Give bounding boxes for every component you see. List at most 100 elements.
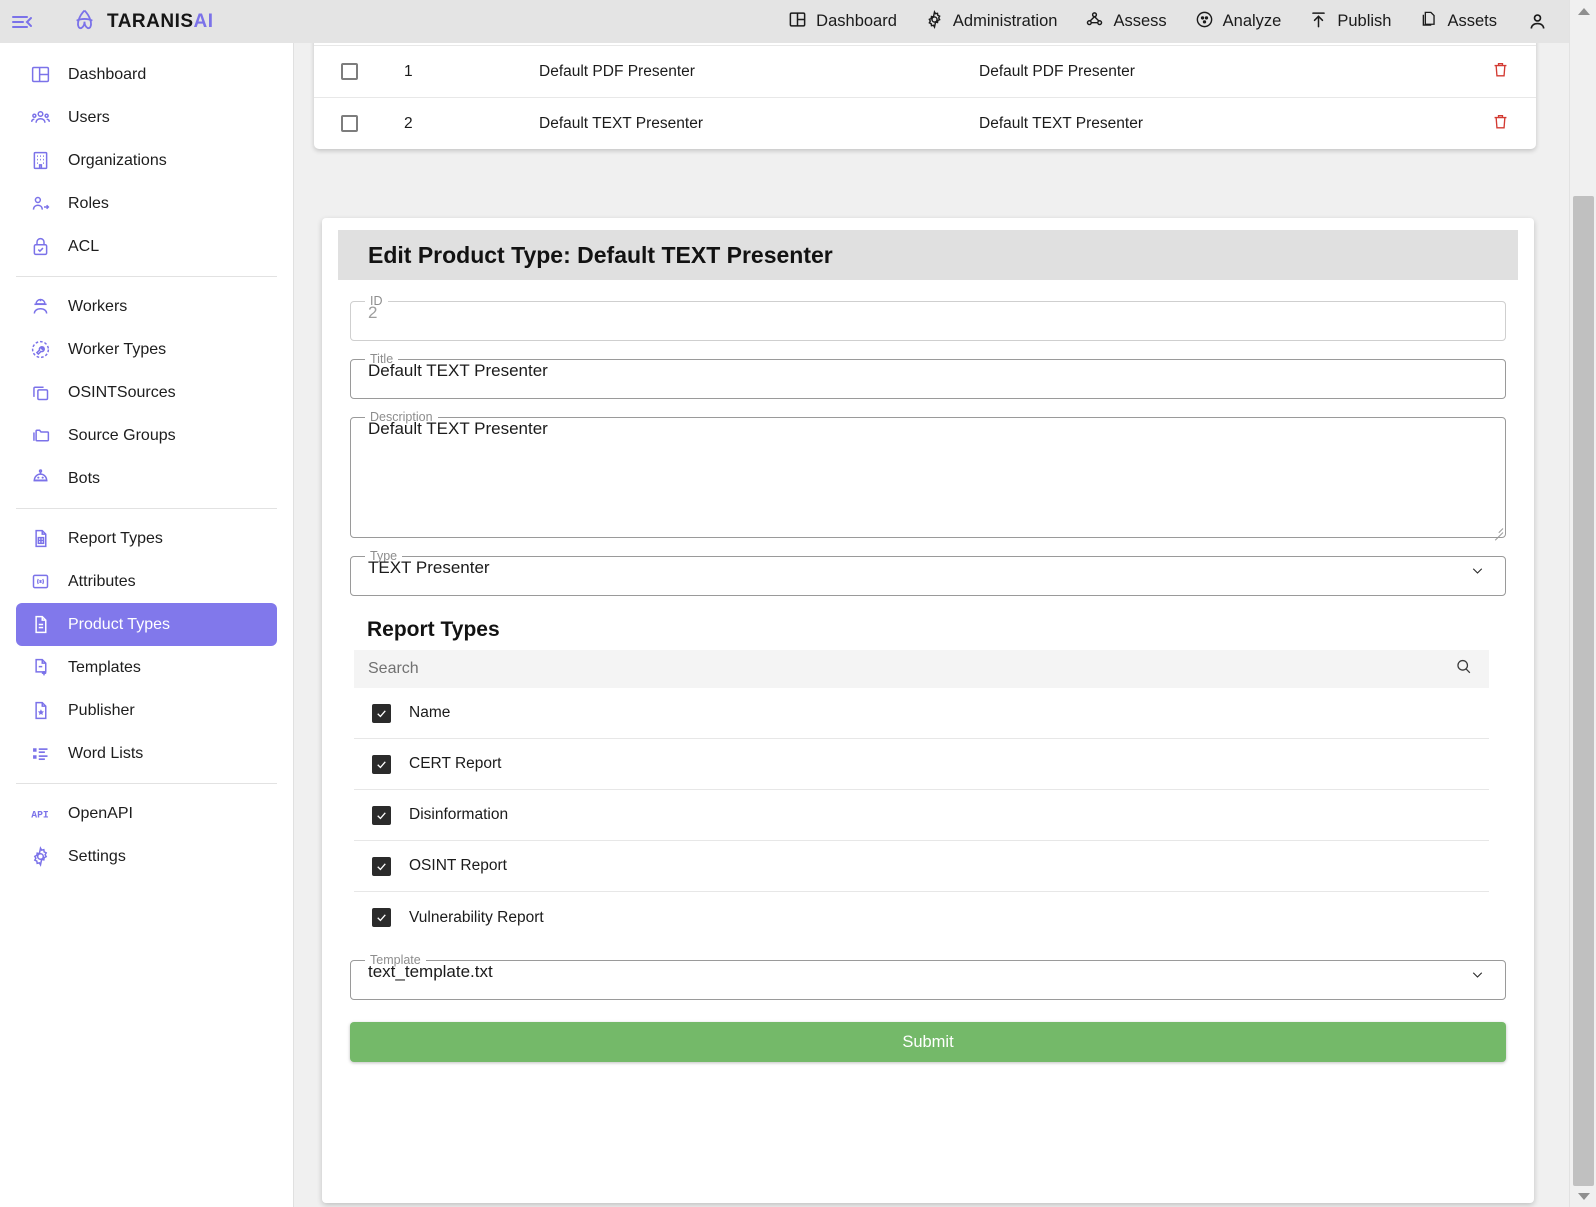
svg-text:API: API [31, 810, 49, 821]
variable-box-icon [22, 571, 58, 592]
sidebar-item-label: Workers [68, 297, 128, 315]
report-type-checkbox[interactable] [372, 908, 391, 927]
report-type-row-vulnerability-report[interactable]: Vulnerability Report [354, 892, 1489, 943]
dashboard-grid-icon [788, 10, 807, 34]
table-row[interactable]: 1 Default PDF Presenter Default PDF Pres… [314, 45, 1536, 97]
id-field-value: 2 [368, 303, 378, 322]
sidebar-item-settings[interactable]: Settings [16, 835, 277, 878]
report-type-label: Name [409, 704, 451, 721]
robot-icon [22, 468, 58, 489]
sidebar-item-osintsources[interactable]: OSINTSources [16, 371, 277, 414]
account-person-icon[interactable] [1511, 0, 1563, 43]
document-plus-icon [22, 657, 58, 678]
report-type-checkbox[interactable] [372, 754, 391, 774]
topnav-item-publish[interactable]: Publish [1295, 0, 1405, 43]
sidebar-item-report-types[interactable]: Report Types [16, 517, 277, 560]
main-content: 3 CERT Daily Report cert.at Daily Report… [294, 43, 1555, 1207]
report-type-row-osint-report[interactable]: OSINT Report [354, 841, 1489, 892]
topnav-item-assets[interactable]: Assets [1405, 0, 1511, 43]
report-type-checkbox[interactable] [372, 703, 391, 723]
report-type-checkbox[interactable] [372, 805, 391, 825]
sidebar-item-roles[interactable]: Roles [16, 182, 277, 225]
report-type-check-cell [354, 703, 409, 723]
row-checkbox[interactable] [340, 115, 358, 132]
form-title: Edit Product Type: Default TEXT Presente… [338, 230, 1518, 280]
sidebar-item-label: Word Lists [68, 744, 144, 762]
sidebar-item-dashboard[interactable]: Dashboard [16, 53, 277, 96]
edit-product-type-form: Edit Product Type: Default TEXT Presente… [322, 218, 1534, 1203]
title-field[interactable]: Title Default TEXT Presenter [350, 352, 1506, 399]
brand-name: TARANIS [107, 10, 194, 32]
topnav-label: Assess [1113, 12, 1167, 30]
trash-icon[interactable] [1491, 112, 1510, 136]
topnav-item-administration[interactable]: Administration [911, 0, 1072, 43]
scroll-down-arrow-icon[interactable] [1570, 1185, 1596, 1207]
sidebar-divider-1 [16, 276, 277, 277]
sidebar-item-organizations[interactable]: Organizations [16, 139, 277, 182]
sidebar-item-templates[interactable]: Templates [16, 646, 277, 689]
title-field-value[interactable]: Default TEXT Presenter [362, 361, 1494, 398]
topnav-item-assess[interactable]: Assess [1071, 0, 1180, 43]
person-arrow-icon [22, 193, 58, 214]
document-grid-icon [22, 528, 58, 549]
report-type-row-name[interactable]: Name [354, 688, 1489, 739]
report-type-label: OSINT Report [409, 857, 507, 874]
description-resize-handle[interactable] [1492, 524, 1503, 535]
page-scrollbar[interactable] [1569, 0, 1596, 1207]
row-description: Default PDF Presenter [979, 62, 1135, 80]
brand-title: TARANISAI [107, 11, 214, 33]
sidebar-item-label: Roles [68, 194, 109, 212]
trash-icon[interactable] [1491, 60, 1510, 84]
template-select-value: text_template.txt [368, 962, 493, 981]
sidebar-item-users[interactable]: Users [16, 96, 277, 139]
sidebar-divider-2 [16, 508, 277, 509]
form-body: ID 2 Title Default TEXT Presenter Descri… [322, 280, 1534, 1062]
sidebar-item-word-lists[interactable]: Word Lists [16, 732, 277, 775]
row-checkbox[interactable] [340, 63, 358, 80]
topnav-label: Administration [952, 12, 1058, 30]
topnav-label: Dashboard [816, 12, 897, 30]
document-lines-icon [22, 614, 58, 635]
topnav-item-dashboard[interactable]: Dashboard [774, 0, 911, 43]
users-group-icon [22, 107, 58, 128]
sidebar-item-bots[interactable]: Bots [16, 457, 277, 500]
report-type-row-cert-report[interactable]: CERT Report [354, 739, 1489, 790]
menu-collapse-icon[interactable] [0, 0, 44, 43]
list-icon [22, 743, 58, 764]
report-type-row-disinformation[interactable]: Disinformation [354, 790, 1489, 841]
report-types-heading: Report Types [367, 618, 500, 641]
assess-nodes-icon [1085, 10, 1104, 34]
copy-stack-icon [22, 382, 58, 403]
sidebar-item-label: Report Types [68, 529, 163, 547]
sidebar-item-source-groups[interactable]: Source Groups [16, 414, 277, 457]
sidebar-item-attributes[interactable]: Attributes [16, 560, 277, 603]
description-field-value[interactable]: Default TEXT Presenter [362, 419, 1494, 537]
dashboard-grid-icon [22, 64, 58, 85]
submit-button[interactable]: Submit [350, 1022, 1506, 1062]
topnav-item-analyze[interactable]: Analyze [1181, 0, 1296, 43]
sidebar-item-workers[interactable]: Workers [16, 285, 277, 328]
sidebar-item-product-types[interactable]: Product Types [16, 603, 277, 646]
search-icon[interactable] [1454, 657, 1473, 681]
sidebar-item-acl[interactable]: ACL [16, 225, 277, 268]
sidebar-item-label: Attributes [68, 572, 136, 590]
sidebar-item-label: Users [68, 108, 110, 126]
type-select[interactable]: Type TEXT Presenter [350, 549, 1506, 596]
template-select[interactable]: Template text_template.txt [350, 953, 1506, 1000]
scrollbar-thumb[interactable] [1573, 196, 1594, 1186]
scroll-up-arrow-icon[interactable] [1570, 0, 1596, 22]
sidebar-item-label: Publisher [68, 701, 135, 719]
report-type-label: CERT Report [409, 755, 502, 772]
search-input[interactable]: Search [354, 650, 1489, 688]
report-type-checkbox[interactable] [372, 856, 391, 876]
sidebar-item-publisher[interactable]: Publisher [16, 689, 277, 732]
brand[interactable]: TARANISAI [71, 6, 214, 38]
description-field[interactable]: Description Default TEXT Presenter [350, 410, 1506, 538]
lock-check-icon [22, 236, 58, 257]
sidebar-item-label: Settings [68, 847, 126, 865]
sidebar-item-openapi[interactable]: API OpenAPI [16, 792, 277, 835]
topnav-label: Publish [1337, 12, 1392, 30]
top-navigation: Dashboard Administration Assess Analyze … [774, 0, 1569, 43]
sidebar-item-worker-types[interactable]: Worker Types [16, 328, 277, 371]
table-row[interactable]: 2 Default TEXT Presenter Default TEXT Pr… [314, 97, 1536, 149]
